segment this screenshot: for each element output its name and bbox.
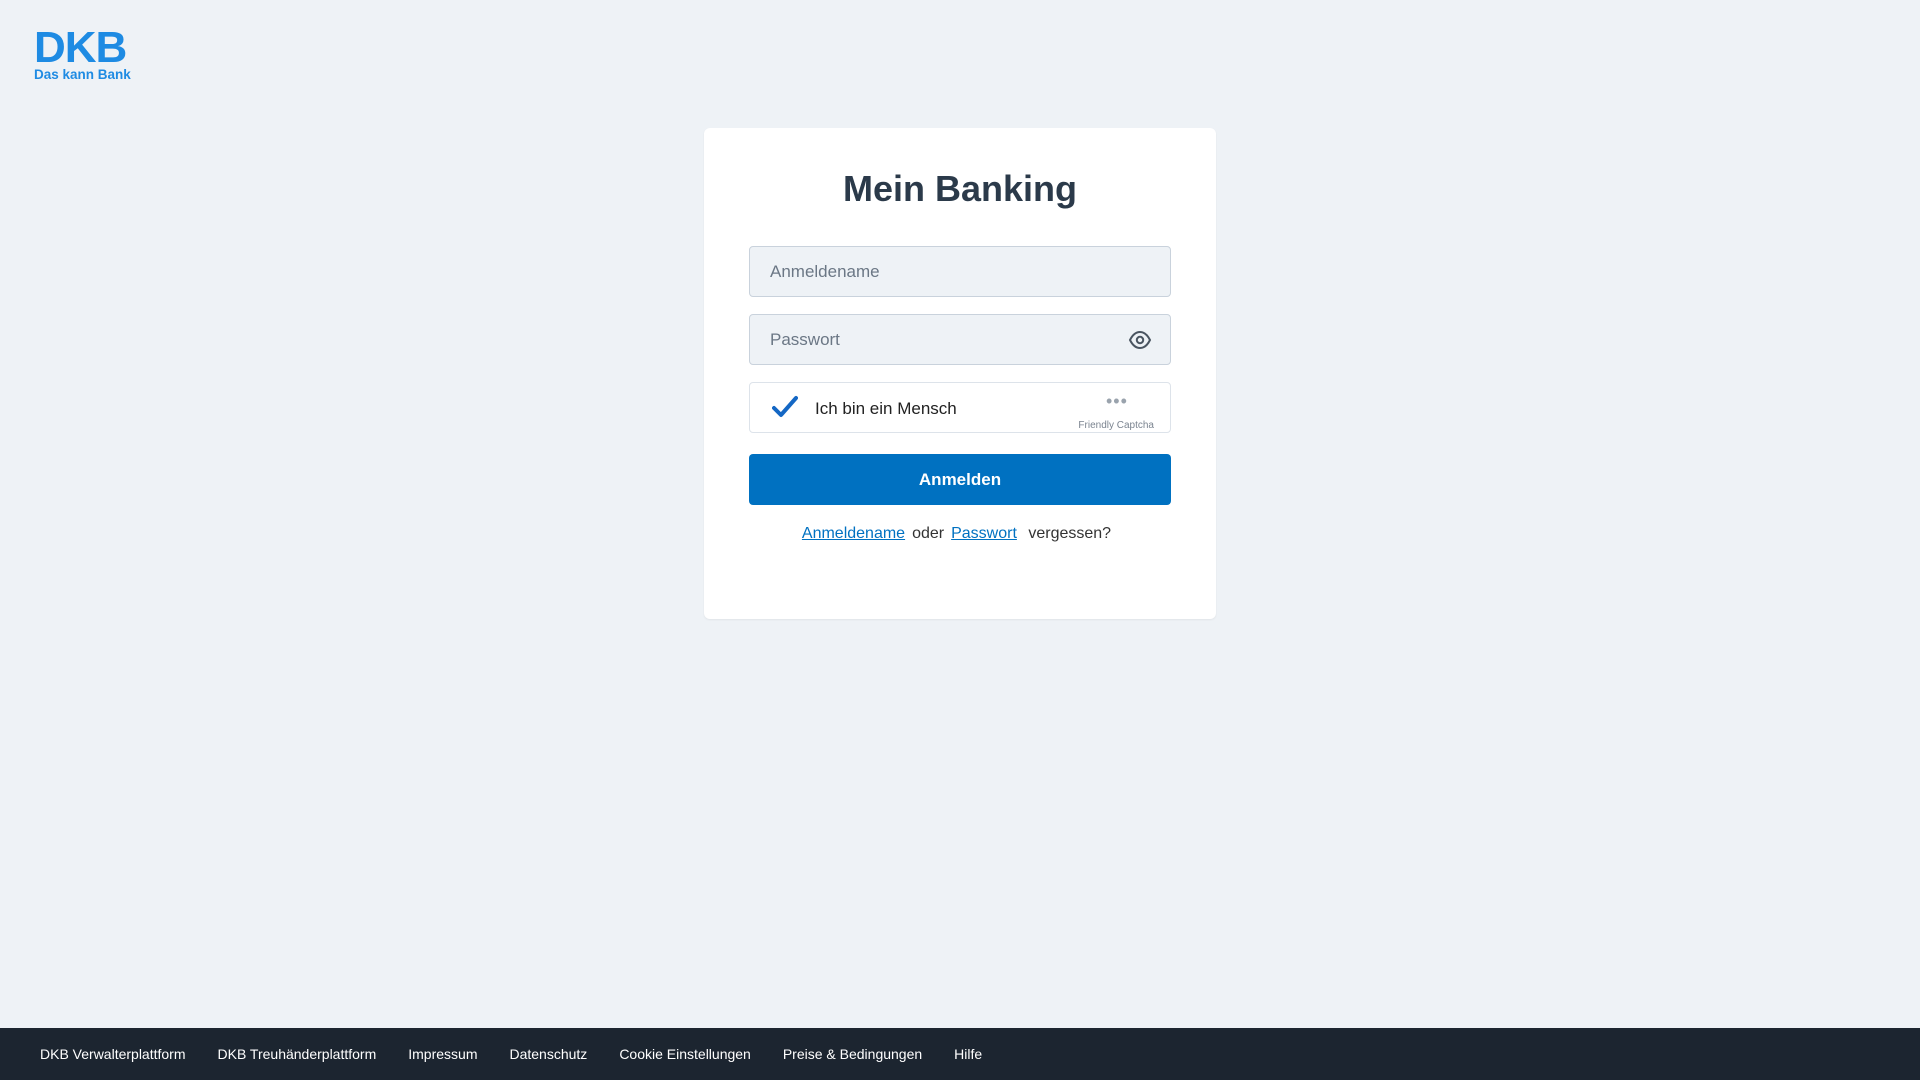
forgot-or-text: oder [912, 525, 945, 542]
checkmark-icon [772, 395, 798, 419]
footer-link-preise-bedingungen[interactable]: Preise & Bedingungen [783, 1046, 922, 1062]
forgot-password-link[interactable]: Passwort [951, 525, 1017, 542]
dkb-logo[interactable]: DKB Das kann Bank [34, 24, 134, 82]
page-title: Mein Banking [842, 168, 1078, 209]
login-button[interactable]: Anmelden [749, 454, 1171, 505]
footer-link-datenschutz[interactable]: Datenschutz [509, 1046, 587, 1062]
friendly-captcha-widget[interactable]: Ich bin ein Mensch ••• Friendly Captcha [749, 382, 1171, 433]
svg-text:Das kann Bank: Das kann Bank [34, 67, 131, 82]
username-field-wrapper [749, 246, 1171, 297]
captcha-label: Ich bin ein Mensch [815, 399, 957, 418]
footer-link-cookie-einstellungen[interactable]: Cookie Einstellungen [619, 1046, 751, 1062]
svg-text:DKB: DKB [34, 24, 126, 72]
username-input[interactable] [750, 247, 1170, 296]
login-card: Mein Banking Ich bin ein Mensch ••• Frie… [704, 128, 1216, 619]
footer-link-verwalterplattform[interactable]: DKB Verwalterplattform [40, 1046, 186, 1062]
password-field-wrapper [749, 314, 1171, 365]
footer-link-hilfe[interactable]: Hilfe [954, 1046, 982, 1062]
password-input[interactable] [750, 315, 1170, 364]
forgot-suffix-text: vergessen? [1028, 525, 1112, 542]
dkb-logo-image: DKB Das kann Bank [34, 24, 131, 82]
footer-links: DKB Verwalterplattform DKB Treuhänderpla… [0, 1028, 1920, 1080]
forgot-username-link[interactable]: Anmeldename [802, 525, 905, 542]
footer-link-impressum[interactable]: Impressum [408, 1046, 477, 1062]
eye-icon[interactable] [1128, 329, 1152, 351]
more-dots-icon: ••• [1106, 391, 1128, 411]
captcha-brand: Friendly Captcha [1078, 420, 1154, 431]
footer-link-treuhaenderplattform[interactable]: DKB Treuhänderplattform [218, 1046, 377, 1062]
forgot-credentials: Anmeldename oder Passwort vergessen? [704, 525, 1216, 543]
footer: DKB Verwalterplattform DKB Treuhänderpla… [0, 1028, 1920, 1080]
